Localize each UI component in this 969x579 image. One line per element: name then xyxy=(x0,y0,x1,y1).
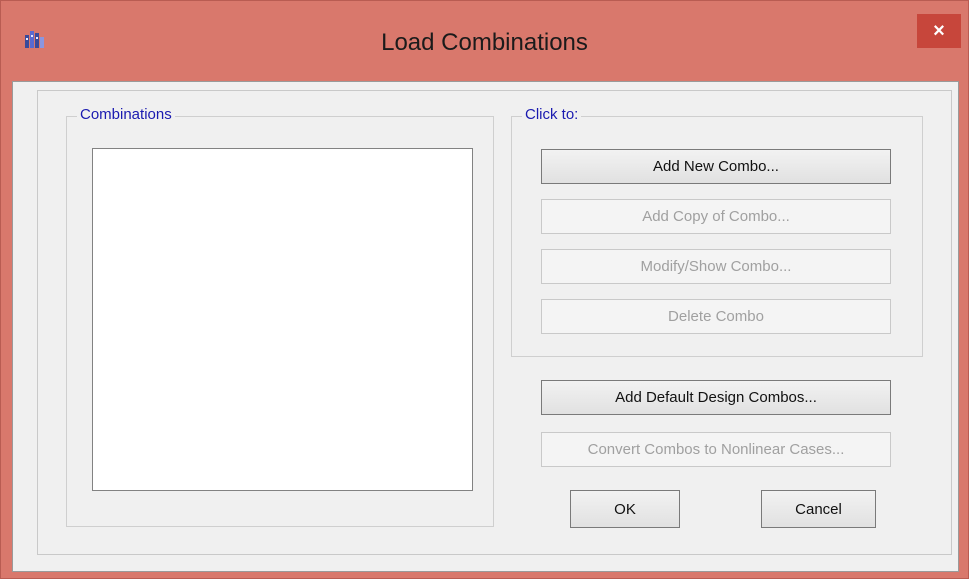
load-combinations-window: Load Combinations × Combinations Click t… xyxy=(0,0,969,579)
actions-legend: Click to: xyxy=(522,106,582,123)
delete-combo-button[interactable]: Delete Combo xyxy=(541,299,891,334)
add-copy-of-combo-button[interactable]: Add Copy of Combo... xyxy=(541,199,891,234)
combinations-list[interactable] xyxy=(92,148,473,491)
dialog-body: Combinations Click to: Add New Combo... … xyxy=(12,81,959,572)
add-new-combo-button[interactable]: Add New Combo... xyxy=(541,149,891,184)
convert-combos-to-nonlinear-button[interactable]: Convert Combos to Nonlinear Cases... xyxy=(541,432,891,467)
title-bar[interactable]: Load Combinations × xyxy=(1,1,968,81)
cancel-button[interactable]: Cancel xyxy=(761,490,876,528)
modify-show-combo-button[interactable]: Modify/Show Combo... xyxy=(541,249,891,284)
close-button[interactable]: × xyxy=(917,14,961,48)
close-icon: × xyxy=(933,20,945,42)
add-default-design-combos-button[interactable]: Add Default Design Combos... xyxy=(541,380,891,415)
ok-button[interactable]: OK xyxy=(570,490,680,528)
combinations-legend: Combinations xyxy=(77,106,175,123)
window-title: Load Combinations xyxy=(381,29,588,56)
